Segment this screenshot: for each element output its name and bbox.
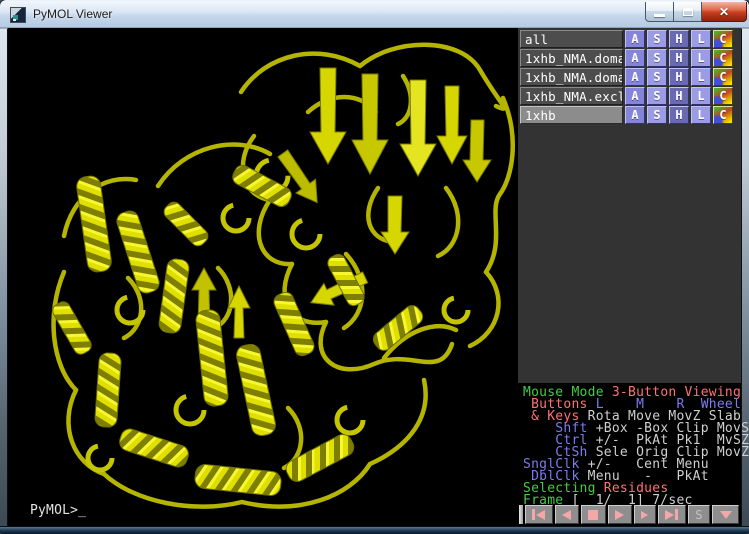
play-button[interactable] — [608, 505, 632, 524]
color-button[interactable]: C — [713, 49, 733, 67]
minimize-button[interactable] — [645, 2, 674, 22]
step-back-button[interactable] — [555, 505, 579, 524]
label-button[interactable]: L — [691, 68, 711, 86]
app-icon-dot — [13, 19, 16, 21]
hide-button[interactable]: H — [669, 87, 689, 105]
window-title: PyMOL Viewer — [33, 7, 112, 21]
show-button[interactable]: S — [647, 68, 667, 86]
object-name[interactable]: 1xhb_NMA.exclude — [520, 87, 623, 105]
object-name[interactable]: 1xhb — [520, 106, 623, 124]
scene-loop-label: S — [695, 507, 702, 523]
object-row-domain-1: 1xhb_NMA.domain. A S H L C — [520, 49, 733, 67]
minimize-icon — [654, 14, 665, 17]
object-row-exclude: 1xhb_NMA.exclude A S H L C — [520, 87, 733, 105]
object-row-domain-2: 1xhb_NMA.domain. A S H L C — [520, 68, 733, 86]
window-border-bottom — [0, 526, 749, 534]
color-button[interactable]: C — [713, 106, 733, 124]
show-button[interactable]: S — [647, 49, 667, 67]
close-button[interactable]: ✕ — [702, 2, 747, 22]
step-back-icon — [562, 510, 571, 520]
action-button[interactable]: A — [625, 49, 645, 67]
color-button[interactable]: C — [713, 30, 733, 48]
object-name[interactable]: 1xhb_NMA.domain. — [520, 49, 623, 67]
show-button[interactable]: S — [647, 106, 667, 124]
window-border-left — [0, 28, 8, 526]
hide-button[interactable]: H — [669, 68, 689, 86]
object-list: all A S H L C 1xhb_NMA.domain. A S H L C… — [520, 30, 733, 125]
color-button[interactable]: C — [713, 87, 733, 105]
app-icon — [10, 7, 26, 23]
movie-controls: S — [519, 505, 739, 524]
hide-button[interactable]: H — [669, 30, 689, 48]
show-button[interactable]: S — [647, 30, 667, 48]
maximize-button[interactable] — [674, 2, 702, 22]
vcr-divider — [519, 505, 523, 524]
beta-sheets-group — [192, 68, 491, 338]
color-button[interactable]: C — [713, 68, 733, 86]
step-forward-icon — [641, 511, 648, 519]
step-forward-button[interactable] — [634, 505, 656, 524]
3d-viewport[interactable]: PyMOL>_ — [8, 28, 518, 526]
show-button[interactable]: S — [647, 87, 667, 105]
internal-gui-panel: all A S H L C 1xhb_NMA.domain. A S H L C… — [518, 28, 741, 526]
scene-loop-button[interactable]: S — [688, 505, 710, 524]
stop-button[interactable] — [581, 505, 606, 524]
maximize-icon — [683, 8, 693, 16]
label-button[interactable]: L — [691, 106, 711, 124]
protein-cartoon — [8, 28, 518, 526]
label-button[interactable]: L — [691, 87, 711, 105]
rewind-icon-triangle — [536, 510, 545, 520]
action-button[interactable]: A — [625, 87, 645, 105]
label-button[interactable]: L — [691, 30, 711, 48]
info-lines: Mouse Mode 3-Button Viewing Buttons L M … — [523, 387, 749, 507]
rewind-icon — [532, 509, 535, 520]
action-button[interactable]: A — [625, 30, 645, 48]
skip-to-end-icon-bar — [675, 509, 678, 520]
skip-to-end-button[interactable] — [658, 505, 686, 524]
pymol-window: PyMOL Viewer ✕ — [0, 0, 749, 534]
object-row-1xhb: 1xhb A S H L C — [520, 106, 733, 124]
skip-to-end-icon — [665, 510, 674, 520]
label-button[interactable]: L — [691, 49, 711, 67]
object-row-all: all A S H L C — [520, 30, 733, 48]
play-icon — [615, 510, 624, 520]
movie-menu-icon — [720, 511, 732, 519]
object-name[interactable]: all — [520, 30, 623, 48]
info-panel: Mouse Mode 3-Button Viewing Buttons L M … — [518, 383, 741, 526]
stop-icon — [588, 510, 598, 520]
caption-buttons: ✕ — [645, 2, 747, 22]
movie-menu-button[interactable] — [712, 505, 739, 524]
close-icon: ✕ — [719, 3, 729, 21]
rewind-button[interactable] — [525, 505, 553, 524]
titlebar[interactable]: PyMOL Viewer ✕ — [0, 0, 749, 28]
hide-button[interactable]: H — [669, 106, 689, 124]
hide-button[interactable]: H — [669, 49, 689, 67]
object-name[interactable]: 1xhb_NMA.domain. — [520, 68, 623, 86]
action-button[interactable]: A — [625, 68, 645, 86]
command-prompt[interactable]: PyMOL>_ — [30, 503, 86, 518]
action-button[interactable]: A — [625, 106, 645, 124]
